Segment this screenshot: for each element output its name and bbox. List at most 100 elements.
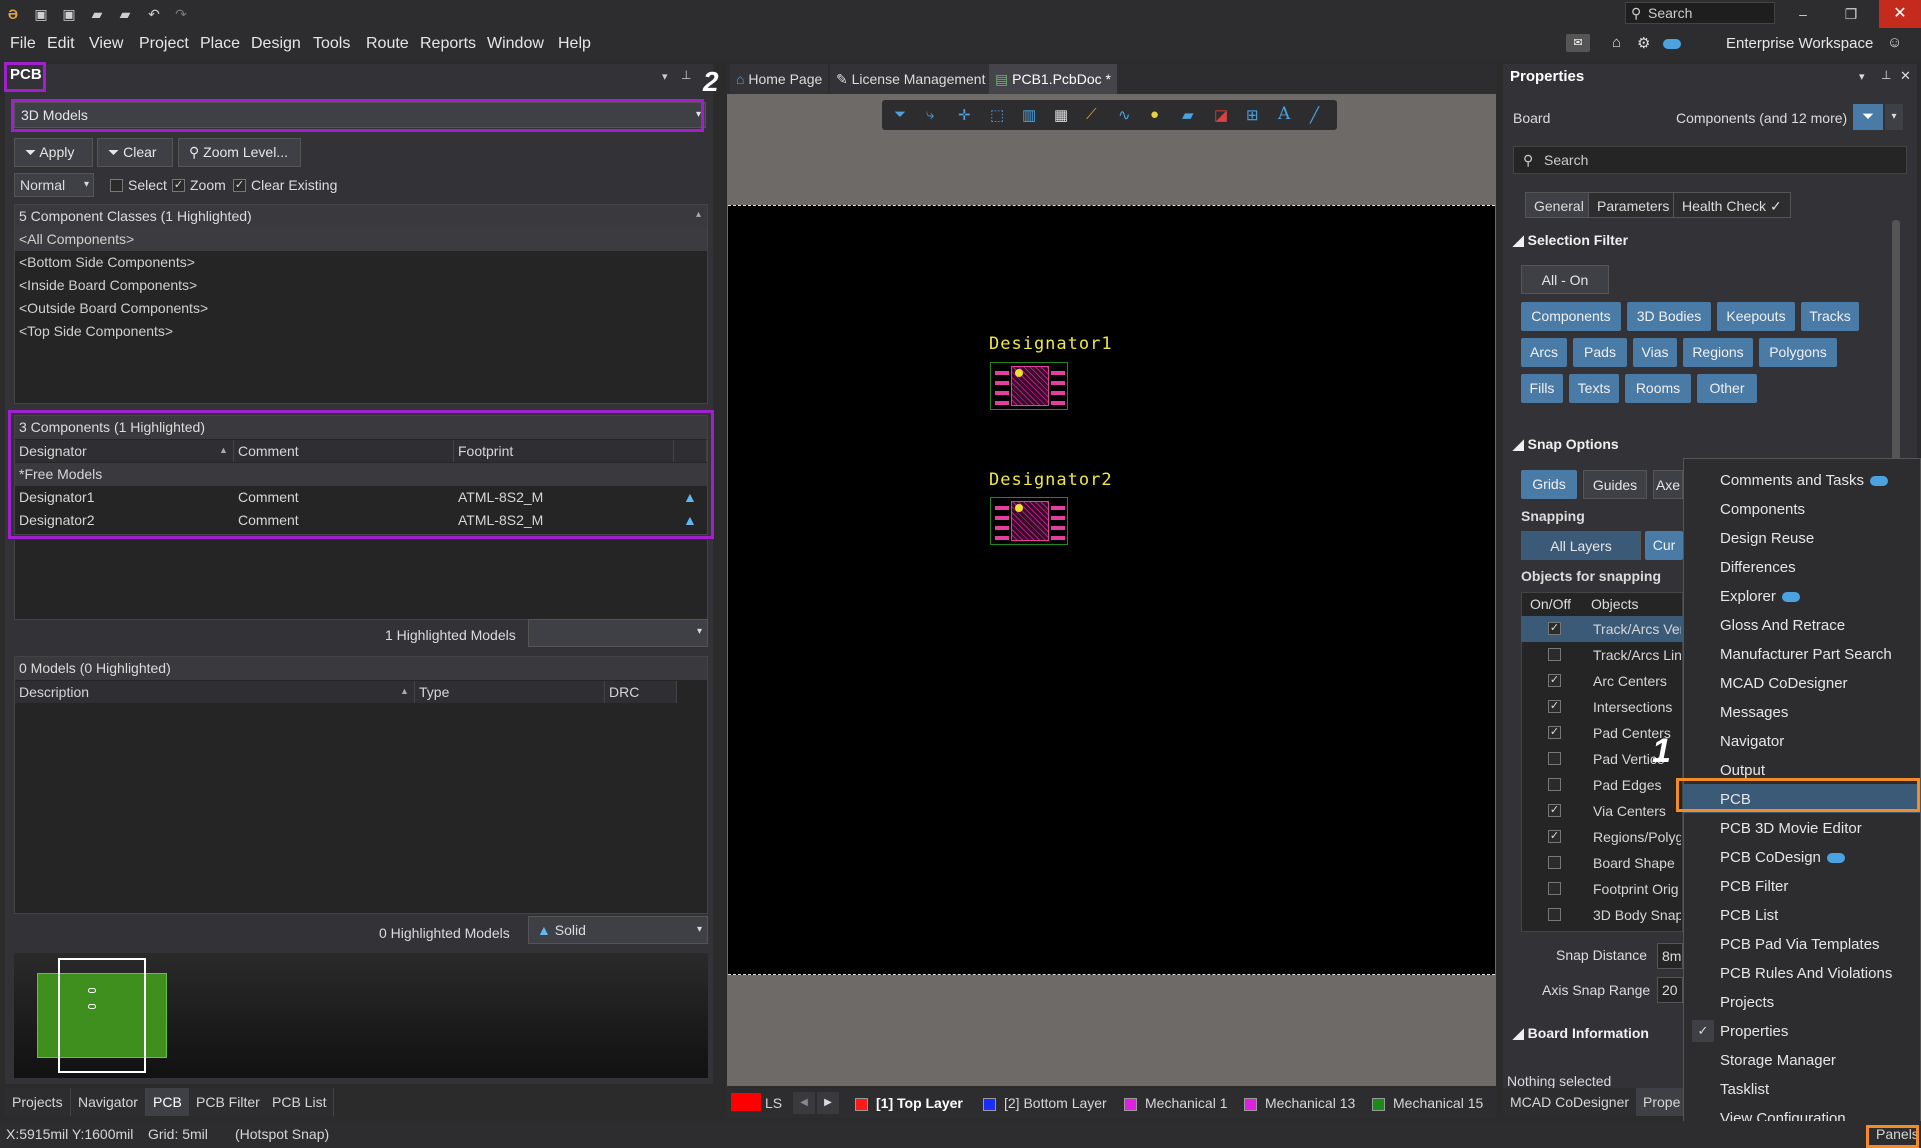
filter-keepouts[interactable]: Keepouts	[1717, 302, 1795, 331]
tab-general[interactable]: General	[1525, 192, 1593, 218]
column-type[interactable]: Type	[415, 681, 605, 703]
select-rect-icon[interactable]: ⬚	[990, 106, 1004, 124]
restore-icon[interactable]: ❐	[1842, 5, 1860, 23]
board-information-header[interactable]: ◢ Board Information	[1513, 1025, 1649, 1042]
snap-object-row[interactable]: Board Shape	[1521, 850, 1683, 876]
snap-object-row[interactable]: ✓ Arc Centers	[1521, 668, 1683, 694]
panels-menu-item[interactable]: PCB Pad Via Templates	[1720, 936, 1880, 953]
filter-arcs[interactable]: Arcs	[1521, 338, 1567, 367]
column-drc[interactable]: DRC	[605, 681, 677, 703]
panel-menu-icon[interactable]: ▾	[662, 70, 668, 83]
snap-object-checkbox[interactable]: ✓	[1548, 804, 1561, 817]
panels-menu-item[interactable]: Comments and Tasks	[1720, 472, 1888, 489]
collapse-icon[interactable]: ▴	[696, 209, 701, 220]
via-icon[interactable]: ●	[1150, 106, 1159, 123]
undo-icon[interactable]: ↶	[145, 5, 163, 23]
panels-menu-item[interactable]: Navigator	[1720, 733, 1784, 750]
home-icon[interactable]: ⌂	[1612, 34, 1621, 51]
select-checkbox[interactable]	[110, 179, 123, 192]
axis-snap-range-input[interactable]: 20	[1657, 977, 1683, 1003]
tab-pcb-filter[interactable]: PCB Filter	[189, 1088, 268, 1116]
menu-view[interactable]: View	[89, 35, 123, 53]
zoom-checkbox[interactable]: ✓	[172, 179, 185, 192]
open-icon[interactable]: ▰	[88, 5, 106, 23]
panels-menu-item[interactable]: Explorer	[1720, 588, 1800, 605]
crosshair-icon[interactable]: ✛	[958, 106, 971, 124]
selection-filter-header[interactable]: ◢ Selection Filter	[1513, 232, 1628, 249]
highlighted-models-dropdown[interactable]: ▾	[528, 619, 708, 647]
component-designator1[interactable]	[990, 362, 1068, 410]
panels-menu-item[interactable]: PCB Filter	[1720, 878, 1788, 895]
filter-tracks[interactable]: Tracks	[1801, 302, 1859, 331]
filter-icon[interactable]: ⏷	[894, 106, 906, 123]
clear-existing-checkbox[interactable]: ✓	[233, 179, 246, 192]
snap-object-checkbox[interactable]	[1548, 778, 1561, 791]
snap-object-row[interactable]: Pad Edges	[1521, 772, 1683, 798]
list-item[interactable]: <Outside Board Components>	[15, 297, 208, 320]
tab-pcb[interactable]: PCB	[146, 1088, 190, 1116]
menu-help[interactable]: Help	[558, 35, 591, 53]
polygon-icon[interactable]: ▰	[1182, 106, 1194, 124]
layer-top[interactable]: [1] Top Layer	[855, 1090, 963, 1116]
filter-3d-bodies[interactable]: 3D Bodies	[1627, 302, 1711, 331]
filter-pads[interactable]: Pads	[1573, 338, 1627, 367]
snap-object-checkbox[interactable]: ✓	[1548, 674, 1561, 687]
tab-pcb-list[interactable]: PCB List	[265, 1088, 335, 1116]
render-mode-dropdown[interactable]: ▲ Solid ▾	[528, 916, 708, 944]
snap-object-checkbox[interactable]	[1548, 908, 1561, 921]
list-item[interactable]: <All Components>	[15, 228, 707, 251]
tab-navigator[interactable]: Navigator	[71, 1088, 146, 1116]
snap-object-checkbox[interactable]	[1548, 856, 1561, 869]
snap-object-row[interactable]: Track/Arcs Line	[1521, 642, 1683, 668]
column-description[interactable]: Description	[15, 681, 415, 703]
close-panel-icon[interactable]: ✕	[1900, 68, 1911, 84]
filter-polygons[interactable]: Polygons	[1759, 338, 1837, 367]
layer-next-icon[interactable]: ▶	[817, 1092, 839, 1114]
snap-options-header[interactable]: ◢ Snap Options	[1513, 436, 1619, 453]
board-preview[interactable]	[14, 953, 708, 1078]
snap-distance-input[interactable]: 8m	[1657, 943, 1683, 969]
apply-button[interactable]: ⏷ Apply	[14, 138, 93, 167]
mask-mode-dropdown[interactable]: Normal ▾	[14, 173, 94, 197]
snap-object-row[interactable]: ✓ Regions/Polygo	[1521, 824, 1683, 850]
tab-license-management[interactable]: ✎ License Management	[830, 64, 992, 94]
dimension-icon[interactable]: ⊞	[1246, 106, 1259, 124]
filter-regions[interactable]: Regions	[1683, 338, 1753, 367]
snap-object-checkbox[interactable]: ✓	[1548, 622, 1561, 635]
align-icon[interactable]: ▥	[1022, 106, 1036, 124]
all-on-button[interactable]: All - On	[1521, 265, 1609, 294]
snap-object-row[interactable]: ✓ Track/Arcs Vert	[1521, 616, 1683, 642]
layer-bottom[interactable]: [2] Bottom Layer	[983, 1090, 1107, 1116]
save-all-icon[interactable]: ▣	[60, 5, 78, 23]
menu-design[interactable]: Design	[251, 35, 301, 53]
properties-search-input[interactable]: ⚲ Search	[1513, 146, 1907, 174]
menu-place[interactable]: Place	[200, 35, 240, 53]
tab-properties[interactable]: Prope	[1636, 1088, 1683, 1116]
filter-vias[interactable]: Vias	[1633, 338, 1677, 367]
panels-menu-item[interactable]: PCB 3D Movie Editor	[1720, 820, 1862, 837]
panels-menu-item[interactable]: Gloss And Retrace	[1720, 617, 1845, 634]
pin-icon[interactable]: ⊥	[1881, 68, 1891, 82]
panels-menu-item[interactable]: PCB Rules And Violations	[1720, 965, 1892, 982]
tab-mcad-codesigner[interactable]: MCAD CoDesigner	[1503, 1088, 1638, 1116]
notifications-icon[interactable]: ✉	[1566, 34, 1590, 52]
filter-rooms[interactable]: Rooms	[1625, 374, 1691, 403]
snap-object-row[interactable]: 3D Body Snap	[1521, 902, 1683, 928]
panels-menu-item[interactable]: Messages	[1720, 704, 1788, 721]
cloud-icon[interactable]	[1663, 39, 1681, 49]
current-layer-swatch[interactable]	[731, 1093, 761, 1111]
text-icon[interactable]: A	[1278, 104, 1290, 124]
properties-scrollbar[interactable]	[1892, 220, 1900, 460]
save-icon[interactable]: ▣	[32, 5, 50, 23]
preview-viewport[interactable]	[58, 958, 146, 1073]
filter-texts[interactable]: Texts	[1569, 374, 1619, 403]
panel-menu-icon[interactable]: ▾	[1859, 70, 1865, 83]
tune-icon[interactable]: ∿	[1118, 106, 1131, 124]
filter-other[interactable]: Other	[1697, 374, 1757, 403]
ls-button[interactable]: LS	[765, 1090, 782, 1116]
panels-menu-item[interactable]: Properties	[1720, 1023, 1788, 1040]
panels-menu-item[interactable]: PCB List	[1720, 907, 1778, 924]
gear-icon[interactable]: ⚙	[1637, 34, 1650, 52]
layer-mechanical-1[interactable]: Mechanical 1	[1124, 1090, 1228, 1116]
snap-object-checkbox[interactable]	[1548, 752, 1561, 765]
